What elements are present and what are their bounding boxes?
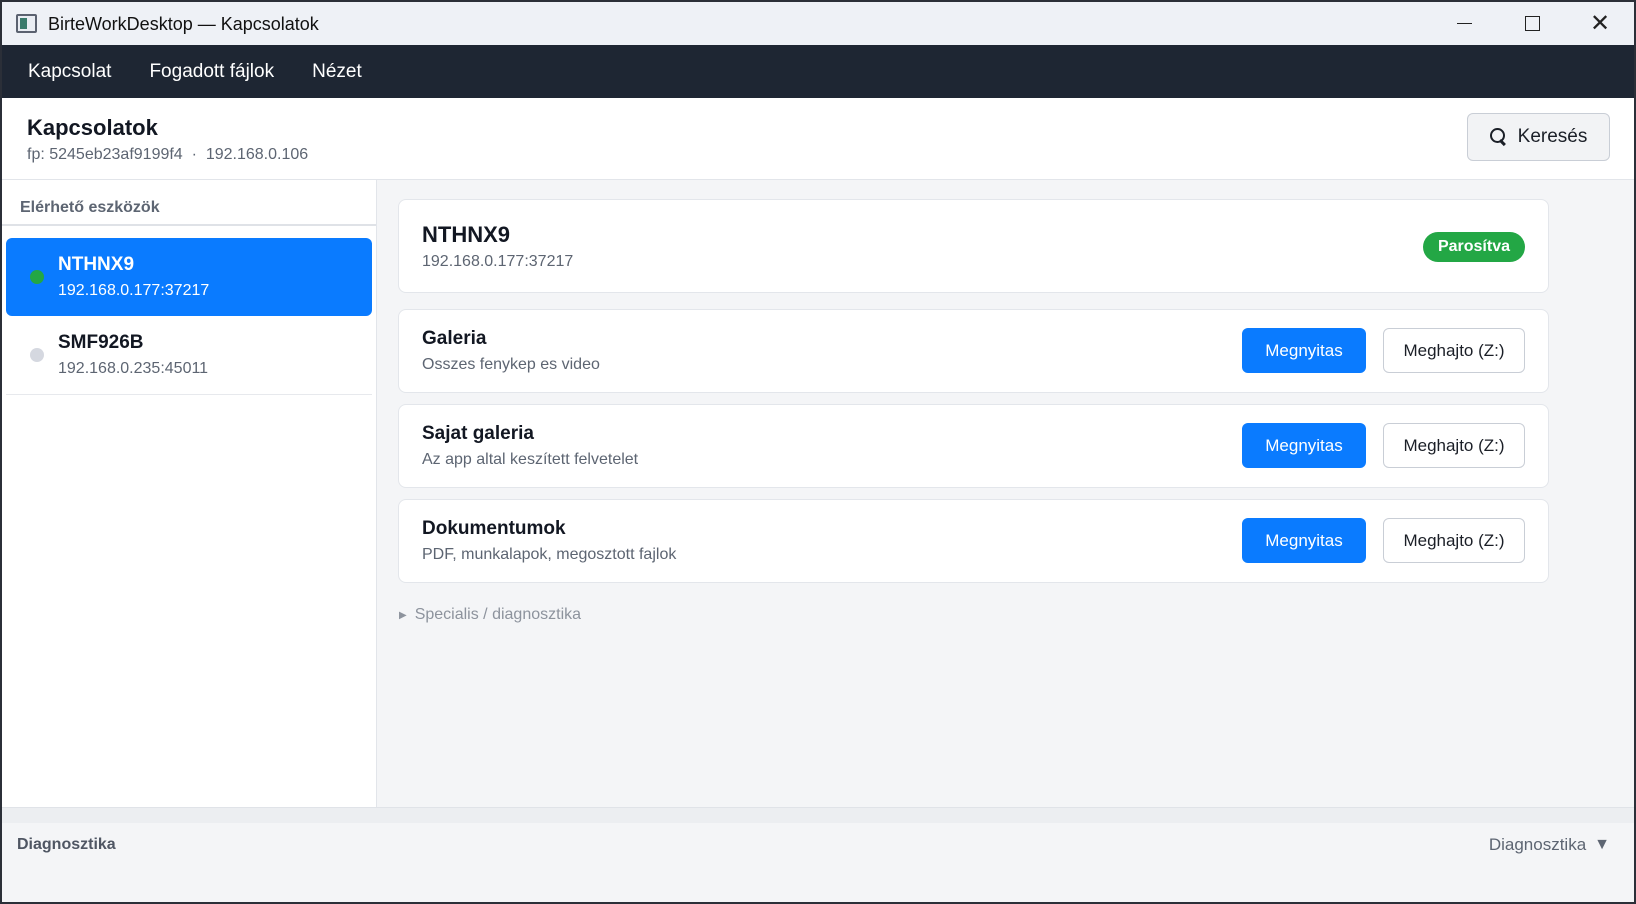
close-button[interactable]: ✕ [1566, 2, 1634, 45]
page-title: Kapcsolatok [27, 115, 158, 140]
menu-item-kapcsolat[interactable]: Kapcsolat [28, 61, 111, 83]
device-title: NTHNX9 [422, 222, 511, 247]
triangle-down-icon: ▼ [1594, 836, 1610, 853]
device-item-smf926b[interactable]: SMF926B 192.168.0.235:45011 [6, 316, 372, 395]
device-sidebar: Elérhető eszközök NTHNX9 192.168.0.177:3… [2, 180, 377, 807]
mount-drive-button[interactable]: Meghajto (Z:) [1383, 423, 1525, 468]
device-address: 192.168.0.177:37217 [58, 282, 210, 299]
menu-bar: Kapcsolat Fogadott fájlok Nézet [2, 45, 1634, 98]
diagnostics-toggle[interactable]: Diagnosztika ▼ [1489, 835, 1610, 855]
maximize-button[interactable] [1498, 2, 1566, 45]
folder-title: Dokumentumok [422, 518, 566, 539]
open-button[interactable]: Megnyitas [1242, 518, 1366, 563]
folder-card-sajat-galeria: Sajat galeria Az app altal keszített fel… [398, 404, 1549, 488]
device-name: SMF926B [58, 332, 144, 353]
search-button-label: Keresés [1517, 126, 1588, 147]
diagnostics-label: Diagnosztika [17, 836, 116, 853]
bottom-splitter[interactable] [2, 807, 1634, 823]
device-address: 192.168.0.177:37217 [422, 253, 574, 270]
open-button[interactable]: Megnyitas [1242, 423, 1366, 468]
status-badge: Parosítva [1422, 232, 1525, 262]
minimize-icon [1456, 22, 1472, 25]
window-title: BirteWorkDesktop — Kapcsolatok [48, 14, 319, 34]
triangle-right-icon: ▶ [399, 609, 407, 621]
close-icon: ✕ [1589, 9, 1611, 37]
open-button[interactable]: Megnyitas [1242, 328, 1366, 373]
status-dot [30, 270, 44, 284]
menu-item-nezet[interactable]: Nézet [312, 61, 362, 83]
main-panel: NTHNX9 192.168.0.177:37217 Parosítva Gal… [379, 180, 1634, 807]
mount-drive-button[interactable]: Meghajto (Z:) [1383, 328, 1525, 373]
folder-subtitle: PDF, munkalapok, megosztott fajlok [422, 546, 677, 563]
folder-card-galeria: Galeria Osszes fenykep es video Megnyita… [398, 309, 1549, 393]
device-address: 192.168.0.235:45011 [58, 360, 209, 377]
device-info-card: NTHNX9 192.168.0.177:37217 Parosítva [398, 199, 1549, 293]
maximize-icon [1524, 16, 1540, 31]
diagnostics-bar: Diagnosztika Diagnosztika ▼ [2, 823, 1634, 902]
menu-item-fogadott-fajlok[interactable]: Fogadott fájlok [149, 61, 274, 83]
folder-title: Sajat galeria [422, 423, 534, 444]
folder-subtitle: Osszes fenykep es video [422, 356, 600, 373]
special-diagnostics-label: Specialis / diagnosztika [414, 606, 582, 623]
folder-card-dokumentumok: Dokumentumok PDF, munkalapok, megosztott… [398, 499, 1549, 583]
device-name: NTHNX9 [58, 254, 135, 275]
fingerprint-address: fp: 5245eb23af9199f4 · 192.168.0.106 [27, 146, 309, 163]
folder-subtitle: Az app altal keszített felvetelet [422, 451, 639, 468]
diagnostics-toggle-label: Diagnosztika [1488, 835, 1587, 854]
status-dot [30, 348, 44, 362]
minimize-button[interactable] [1430, 2, 1498, 45]
search-button[interactable]: Keresés [1467, 113, 1610, 161]
special-diagnostics-toggle[interactable]: ▶ Specialis / diagnosztika [399, 606, 581, 624]
page-header: Kapcsolatok fp: 5245eb23af9199f4 · 192.1… [2, 98, 1634, 180]
app-icon [16, 14, 37, 33]
sidebar-heading: Elérhető eszközök [2, 180, 376, 226]
title-bar[interactable]: BirteWorkDesktop — Kapcsolatok ✕ [2, 2, 1634, 45]
search-icon [1489, 128, 1508, 146]
folder-title: Galeria [422, 328, 487, 349]
mount-drive-button[interactable]: Meghajto (Z:) [1383, 518, 1525, 563]
device-item-nthnx9[interactable]: NTHNX9 192.168.0.177:37217 [6, 238, 372, 316]
app-window: BirteWorkDesktop — Kapcsolatok ✕ Kapcsol… [0, 0, 1636, 904]
